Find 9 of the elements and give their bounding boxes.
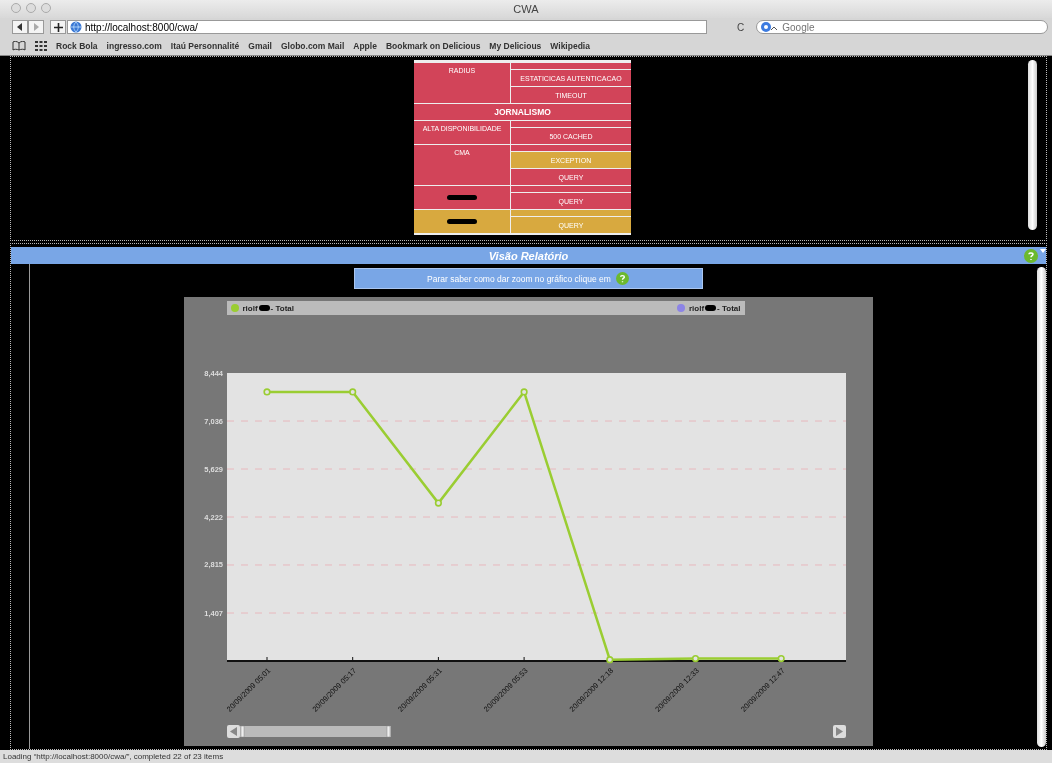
legend-label: riolf bbox=[242, 303, 258, 313]
legend-label: - Total bbox=[717, 303, 741, 313]
status-text: Loading “http://localhost:8000/cwa/”, completed 22 of 23 items bbox=[0, 750, 1052, 763]
table-cell: JORNALISMO bbox=[414, 104, 631, 120]
hint-text: Parar saber como dar zoom no gráfico clique em bbox=[427, 273, 611, 284]
panel-title: Visão Relatório bbox=[488, 249, 569, 262]
legend-label: - Total bbox=[270, 303, 294, 313]
window-title: CWA bbox=[513, 3, 539, 15]
legend-label: riolf bbox=[689, 303, 705, 313]
